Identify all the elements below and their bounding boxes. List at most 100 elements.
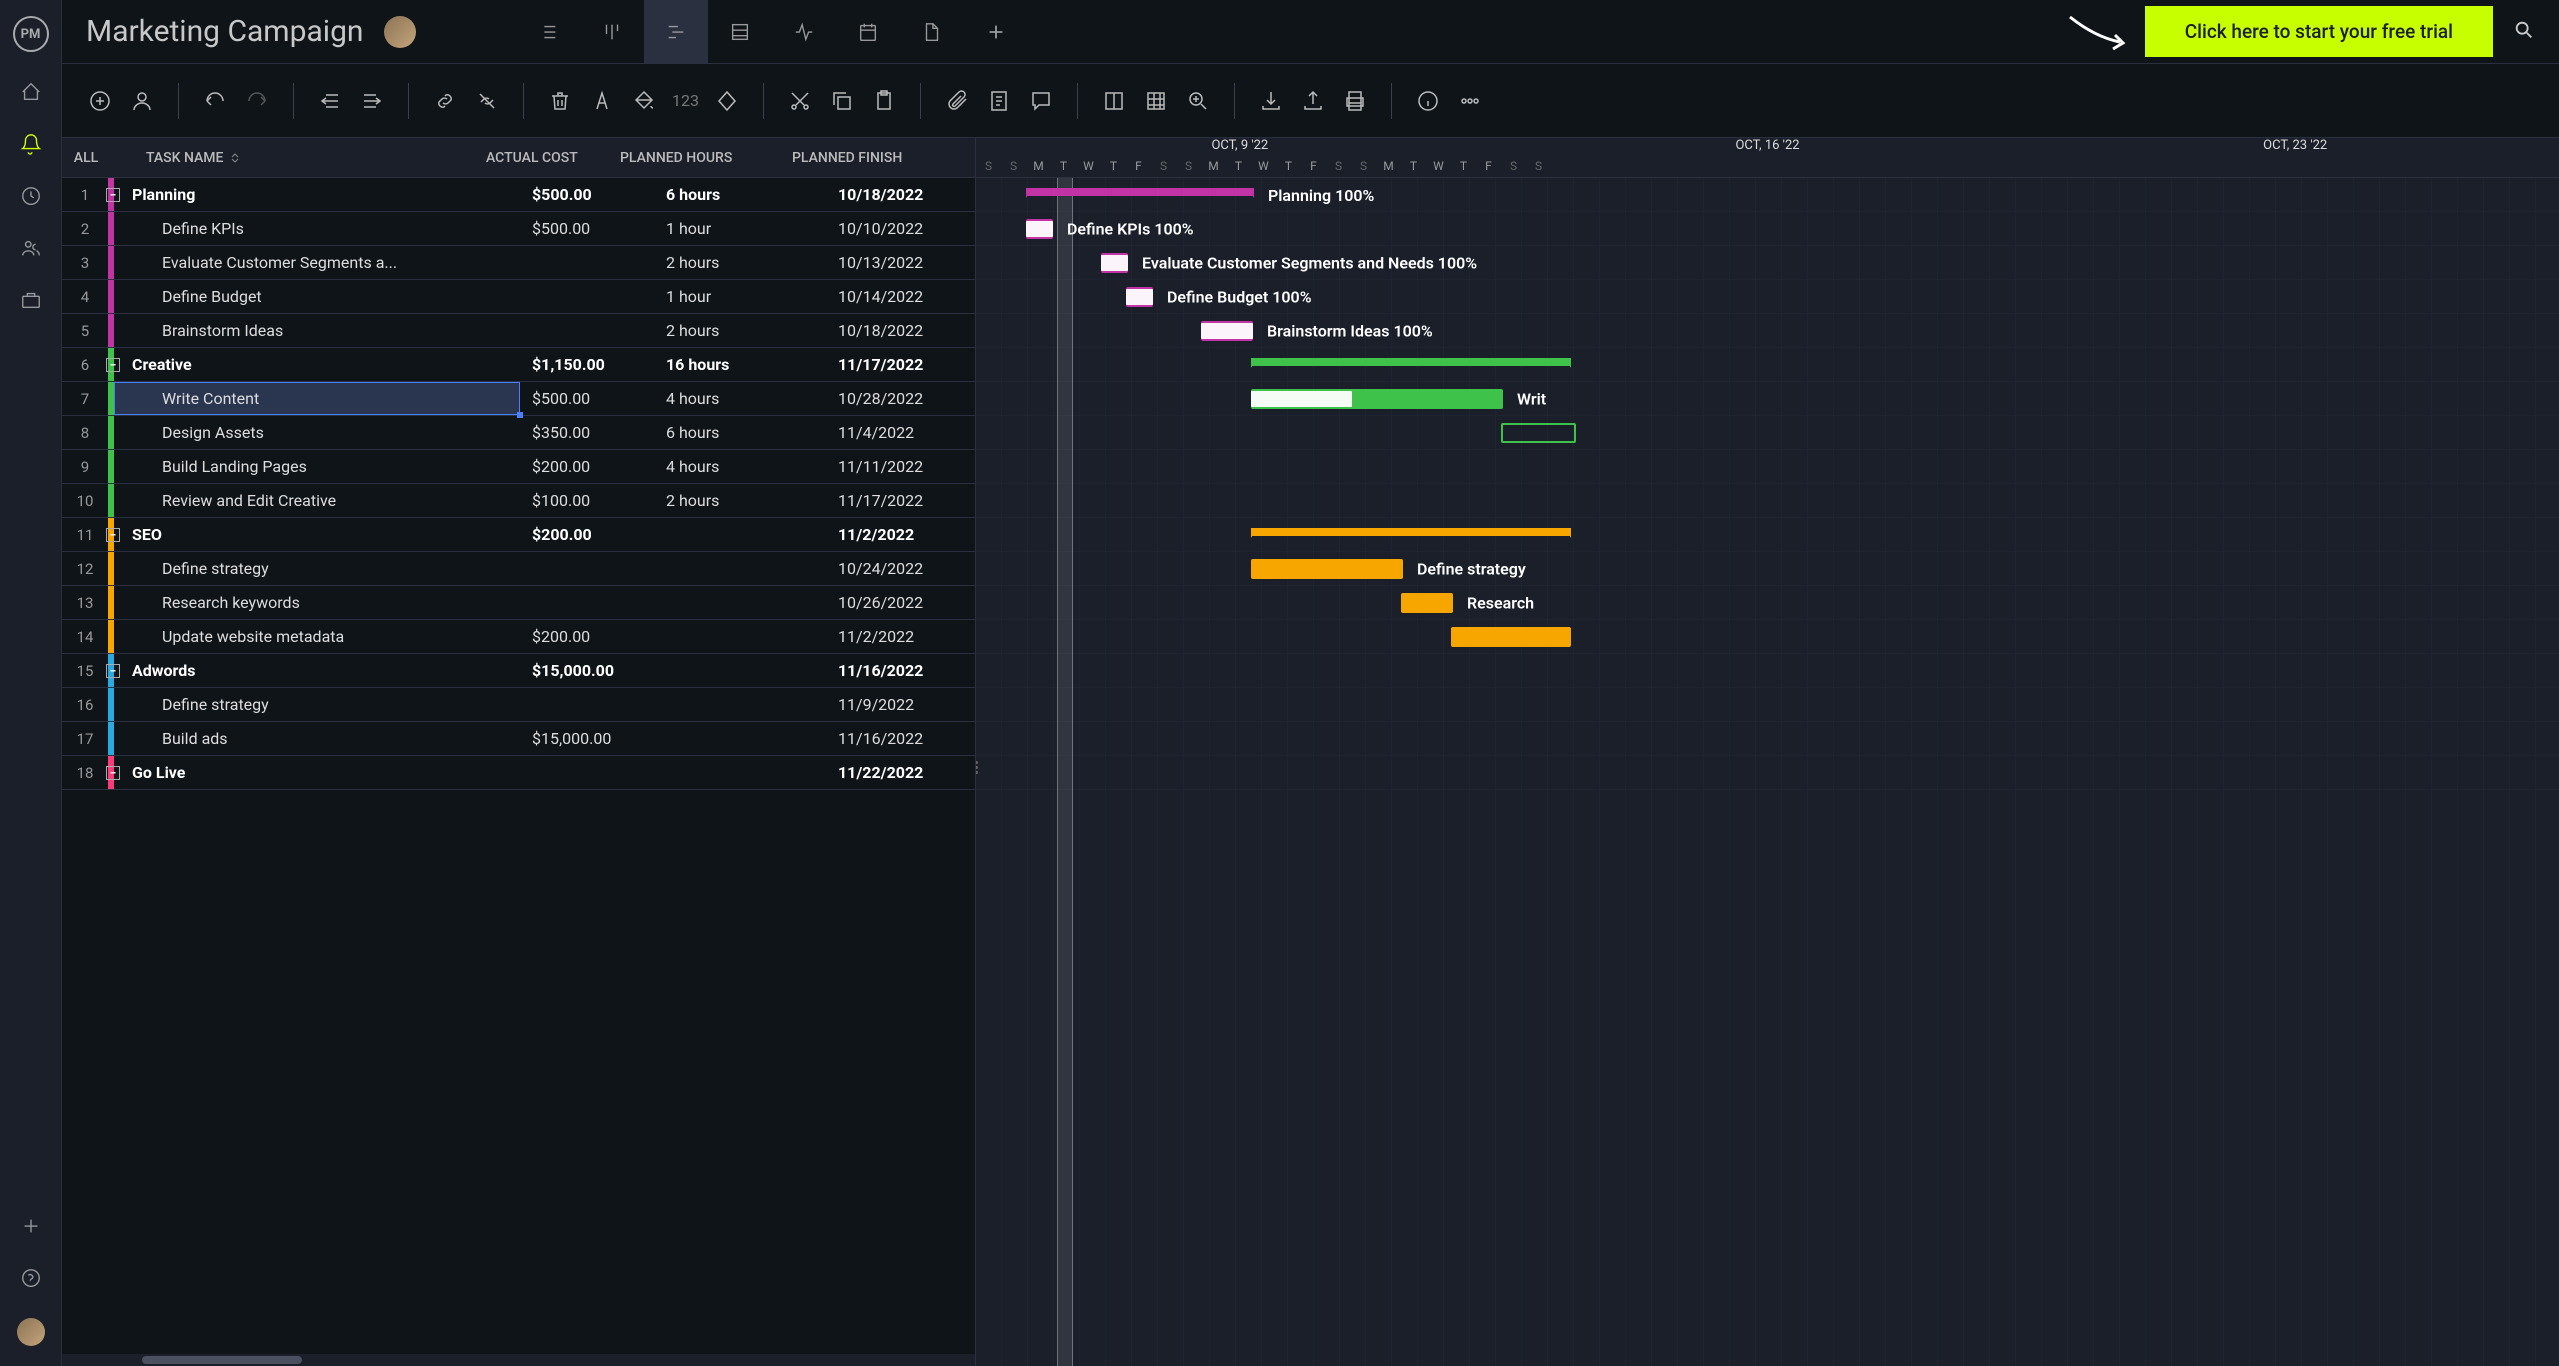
task-name-cell[interactable]: Update website metadata (114, 620, 520, 653)
finish-cell[interactable]: 11/17/2022 (826, 484, 971, 517)
finish-cell[interactable]: 11/16/2022 (826, 722, 971, 755)
zoom-icon[interactable] (1184, 87, 1212, 115)
user-avatar[interactable] (17, 1318, 45, 1346)
cost-cell[interactable] (520, 586, 654, 619)
gantt-row[interactable] (976, 654, 2559, 688)
indent-icon[interactable] (358, 87, 386, 115)
add-task-icon[interactable] (86, 87, 114, 115)
cost-cell[interactable]: $500.00 (520, 382, 654, 415)
gantt-row[interactable] (976, 620, 2559, 654)
col-finish[interactable]: PLANNED FINISH (780, 138, 925, 177)
cost-cell[interactable]: $100.00 (520, 484, 654, 517)
gantt-row[interactable]: Define strategy (976, 552, 2559, 586)
calendar-view-tab[interactable] (836, 0, 900, 64)
help-icon[interactable] (19, 1266, 43, 1290)
gantt-row[interactable]: Define Budget 100% (976, 280, 2559, 314)
task-name-cell[interactable]: Build Landing Pages (114, 450, 520, 483)
cost-cell[interactable] (520, 688, 654, 721)
gantt-row[interactable] (976, 722, 2559, 756)
gantt-row[interactable]: Evaluate Customer Segments and Needs 100… (976, 246, 2559, 280)
finish-cell[interactable]: 11/17/2022 (826, 348, 971, 381)
hours-cell[interactable] (654, 654, 826, 687)
col-task-name[interactable]: TASK NAME (134, 138, 474, 177)
assign-icon[interactable] (128, 87, 156, 115)
import-icon[interactable] (1257, 87, 1285, 115)
gantt-row[interactable] (976, 688, 2559, 722)
cost-cell[interactable] (520, 756, 654, 789)
task-row[interactable]: 11 − SEO $200.00 11/2/2022 (62, 518, 975, 552)
info-icon[interactable] (1414, 87, 1442, 115)
cta-button[interactable]: Click here to start your free trial (2145, 6, 2493, 57)
finish-cell[interactable]: 10/18/2022 (826, 314, 971, 347)
task-name-cell[interactable]: Evaluate Customer Segments a... (114, 246, 520, 279)
cost-cell[interactable] (520, 246, 654, 279)
task-name-cell[interactable]: Define Budget (114, 280, 520, 313)
comment-icon[interactable] (1027, 87, 1055, 115)
gantt-row[interactable] (976, 518, 2559, 552)
hours-cell[interactable]: 6 hours (654, 178, 826, 211)
col-all[interactable]: ALL (62, 138, 110, 177)
gantt-bar[interactable]: Define KPIs 100% (1026, 219, 1053, 239)
task-name-cell[interactable]: Research keywords (114, 586, 520, 619)
copy-icon[interactable] (828, 87, 856, 115)
task-row[interactable]: 17 Build ads $15,000.00 11/16/2022 (62, 722, 975, 756)
gantt-row[interactable]: Planning 100% (976, 178, 2559, 212)
finish-cell[interactable]: 10/18/2022 (826, 178, 971, 211)
cut-icon[interactable] (786, 87, 814, 115)
gantt-bar[interactable]: Writ (1251, 389, 1503, 409)
gantt-bar[interactable] (1251, 358, 1571, 366)
finish-cell[interactable]: 10/10/2022 (826, 212, 971, 245)
task-name-cell[interactable]: Define strategy (114, 688, 520, 721)
print-icon[interactable] (1341, 87, 1369, 115)
task-row[interactable]: 13 Research keywords 10/26/2022 (62, 586, 975, 620)
gantt-row[interactable]: Research (976, 586, 2559, 620)
hours-cell[interactable] (654, 756, 826, 789)
task-name-cell[interactable]: − Adwords (114, 654, 520, 687)
text-color-icon[interactable] (588, 87, 616, 115)
grid-icon[interactable] (1142, 87, 1170, 115)
finish-cell[interactable]: 10/13/2022 (826, 246, 971, 279)
outdent-icon[interactable] (316, 87, 344, 115)
col-hours[interactable]: PLANNED HOURS (608, 138, 780, 177)
cost-cell[interactable] (520, 552, 654, 585)
finish-cell[interactable]: 11/16/2022 (826, 654, 971, 687)
search-icon[interactable] (2513, 19, 2535, 45)
users-icon[interactable] (19, 236, 43, 260)
task-name-cell[interactable]: − SEO (114, 518, 520, 551)
hours-cell[interactable]: 4 hours (654, 450, 826, 483)
gantt-row[interactable] (976, 484, 2559, 518)
grid-scrollbar[interactable] (62, 1354, 975, 1366)
delete-icon[interactable] (546, 87, 574, 115)
finish-cell[interactable]: 10/24/2022 (826, 552, 971, 585)
task-row[interactable]: 15 − Adwords $15,000.00 11/16/2022 (62, 654, 975, 688)
expander-icon[interactable]: − (106, 188, 120, 202)
unlink-icon[interactable] (473, 87, 501, 115)
finish-cell[interactable]: 11/11/2022 (826, 450, 971, 483)
gantt-bar[interactable]: Research (1401, 593, 1453, 613)
gantt-bar[interactable]: Define strategy (1251, 559, 1403, 579)
gantt-row[interactable]: Define KPIs 100% (976, 212, 2559, 246)
task-row[interactable]: 9 Build Landing Pages $200.00 4 hours 11… (62, 450, 975, 484)
cost-cell[interactable]: $350.00 (520, 416, 654, 449)
task-name-cell[interactable]: Define KPIs (114, 212, 520, 245)
more-icon[interactable] (1456, 87, 1484, 115)
hours-cell[interactable]: 16 hours (654, 348, 826, 381)
file-view-tab[interactable] (900, 0, 964, 64)
cost-cell[interactable] (520, 280, 654, 313)
task-row[interactable]: 6 − Creative $1,150.00 16 hours 11/17/20… (62, 348, 975, 382)
task-row[interactable]: 1 − Planning $500.00 6 hours 10/18/2022 (62, 178, 975, 212)
gantt-bar[interactable] (1451, 627, 1571, 647)
briefcase-icon[interactable] (19, 288, 43, 312)
gantt-bar[interactable]: Brainstorm Ideas 100% (1201, 321, 1253, 341)
finish-cell[interactable]: 11/4/2022 (826, 416, 971, 449)
finish-cell[interactable]: 10/14/2022 (826, 280, 971, 313)
task-row[interactable]: 14 Update website metadata $200.00 11/2/… (62, 620, 975, 654)
finish-cell[interactable]: 10/28/2022 (826, 382, 971, 415)
task-row[interactable]: 4 Define Budget 1 hour 10/14/2022 (62, 280, 975, 314)
hours-cell[interactable] (654, 722, 826, 755)
activity-view-tab[interactable] (772, 0, 836, 64)
clock-icon[interactable] (19, 184, 43, 208)
attach-icon[interactable] (943, 87, 971, 115)
hours-cell[interactable] (654, 620, 826, 653)
fill-color-icon[interactable] (630, 87, 658, 115)
